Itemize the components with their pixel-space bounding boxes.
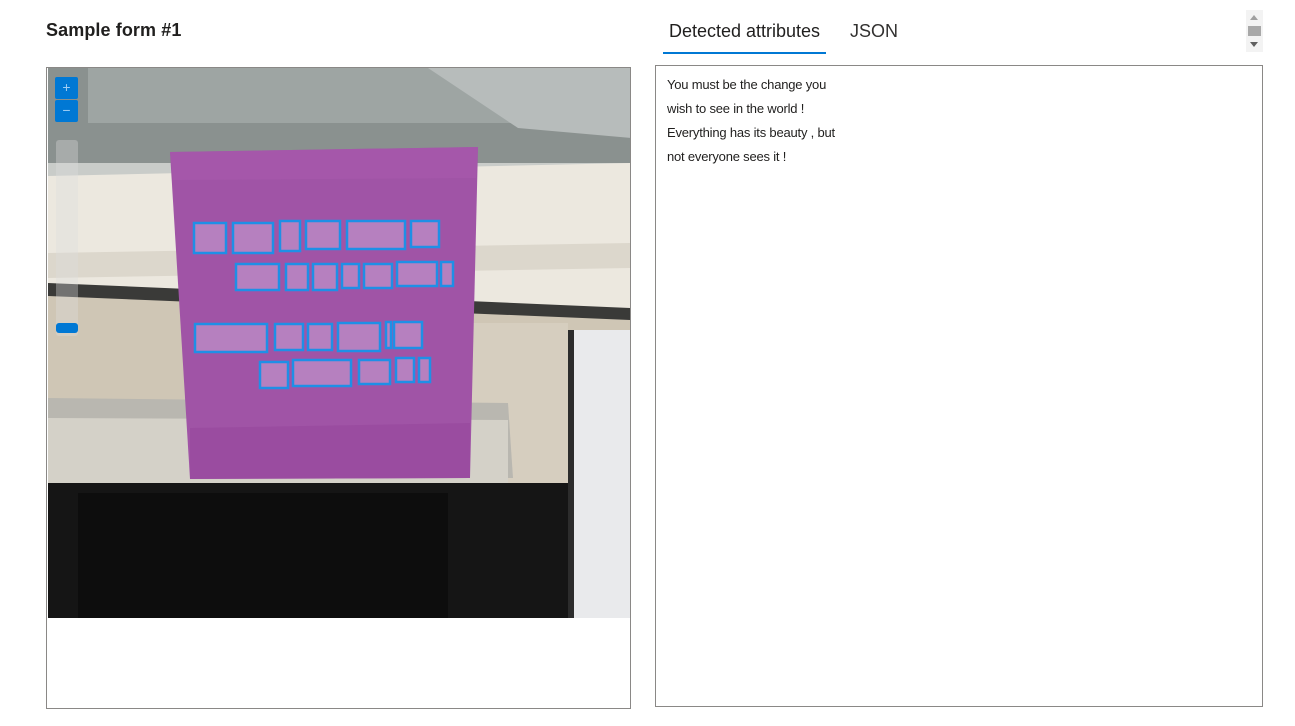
- scroll-down-icon[interactable]: [1250, 42, 1258, 47]
- zoom-in-button[interactable]: +: [55, 77, 78, 99]
- tab-detected-attributes[interactable]: Detected attributes: [663, 10, 826, 54]
- detected-attributes-panel: You must be the change you wish to see i…: [655, 65, 1263, 707]
- tabs-scrollbar[interactable]: [1246, 10, 1263, 52]
- scroll-up-icon[interactable]: [1250, 15, 1258, 20]
- zoom-slider-handle[interactable]: [56, 323, 78, 333]
- result-line: wish to see in the world !: [667, 101, 805, 116]
- scroll-thumb[interactable]: [1248, 26, 1261, 36]
- result-line: Everything has its beauty , but: [667, 125, 835, 140]
- result-line: not everyone sees it !: [667, 149, 787, 164]
- sticky-note-photo: [48, 68, 630, 618]
- image-viewer[interactable]: + −: [46, 67, 631, 709]
- zoom-slider-track[interactable]: [56, 140, 78, 336]
- zoom-out-button[interactable]: −: [55, 100, 78, 122]
- form-title: Sample form #1: [46, 20, 182, 40]
- detected-text: You must be the change you wish to see i…: [667, 74, 835, 170]
- tab-json[interactable]: JSON: [850, 10, 898, 52]
- result-line: You must be the change you: [667, 77, 827, 92]
